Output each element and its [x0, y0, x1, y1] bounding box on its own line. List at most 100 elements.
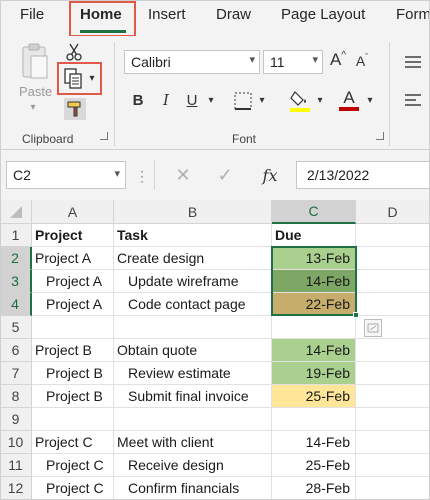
copy-icon[interactable]	[62, 67, 84, 91]
align-top-icon[interactable]	[402, 52, 424, 72]
column-header-a[interactable]: A	[32, 200, 114, 224]
cell-d10[interactable]	[356, 431, 430, 454]
row-header[interactable]: 12	[0, 477, 32, 500]
clipboard-launcher-icon[interactable]	[100, 132, 108, 140]
cell-d9[interactable]	[356, 408, 430, 431]
cell-c6[interactable]: 14-Feb	[272, 339, 356, 362]
shrink-font-button[interactable]: Aˇ	[352, 50, 372, 72]
row-header[interactable]: 5	[0, 316, 32, 339]
fill-color-icon[interactable]	[288, 88, 312, 114]
cut-icon[interactable]	[64, 42, 84, 62]
tab-formulas[interactable]: Form	[396, 6, 430, 23]
cell-d6[interactable]	[356, 339, 430, 362]
font-size-dropdown-icon[interactable]: ▾	[312, 53, 318, 66]
cell-c7[interactable]: 19-Feb	[272, 362, 356, 385]
cell-c12[interactable]: 28-Feb	[272, 477, 356, 500]
fill-color-dropdown-icon[interactable]: ▾	[314, 94, 326, 106]
cell-a8[interactable]: Project B	[32, 385, 114, 408]
bold-button[interactable]: B	[128, 88, 148, 112]
align-left-icon[interactable]	[402, 90, 424, 110]
paste-dropdown-icon[interactable]: ▾	[26, 102, 40, 113]
cell-d12[interactable]	[356, 477, 430, 500]
cell-d4[interactable]	[356, 293, 430, 316]
cell-a9[interactable]	[32, 408, 114, 431]
fill-handle[interactable]	[353, 312, 359, 318]
cell-b7[interactable]: Review estimate	[114, 362, 272, 385]
cell-a2[interactable]: Project A	[32, 247, 114, 270]
insert-function-button[interactable]: fx	[258, 163, 282, 187]
cell-b1[interactable]: Task	[114, 224, 272, 247]
grow-font-button[interactable]: A ^	[328, 48, 348, 72]
row-header[interactable]: 8	[0, 385, 32, 408]
cell-b2[interactable]: Create design	[114, 247, 272, 270]
cell-d1[interactable]	[356, 224, 430, 247]
tab-file[interactable]: File	[20, 6, 44, 23]
confirm-entry-icon[interactable]: ✓	[214, 164, 236, 186]
cell-a12[interactable]: Project C	[32, 477, 114, 500]
cell-d11[interactable]	[356, 454, 430, 477]
font-launcher-icon[interactable]	[376, 132, 384, 140]
cell-b9[interactable]	[114, 408, 272, 431]
paste-label[interactable]: Paste	[19, 84, 52, 99]
cancel-entry-icon[interactable]: ✕	[172, 164, 194, 186]
formula-input[interactable]: 2/13/2022	[296, 161, 430, 189]
font-color-icon[interactable]: A	[338, 86, 360, 114]
font-name-dropdown-icon[interactable]: ▾	[249, 53, 255, 66]
cell-a3[interactable]: Project A	[32, 270, 114, 293]
cell-d8[interactable]	[356, 385, 430, 408]
tab-draw[interactable]: Draw	[216, 6, 251, 23]
tab-page-layout[interactable]: Page Layout	[281, 6, 365, 23]
row-header[interactable]: 1	[0, 224, 32, 247]
cell-a11[interactable]: Project C	[32, 454, 114, 477]
cell-b3[interactable]: Update wireframe	[114, 270, 272, 293]
quick-analysis-icon[interactable]	[364, 319, 382, 337]
tab-insert[interactable]: Insert	[148, 6, 186, 23]
cell-c5[interactable]	[272, 316, 356, 339]
column-header-b[interactable]: B	[114, 200, 272, 224]
cell-a5[interactable]	[32, 316, 114, 339]
row-header[interactable]: 10	[0, 431, 32, 454]
borders-icon[interactable]	[232, 90, 254, 112]
paste-icon[interactable]	[18, 42, 52, 82]
cell-c2[interactable]: 13-Feb	[272, 247, 356, 270]
row-header[interactable]: 2	[0, 247, 32, 270]
cell-c1[interactable]: Due	[272, 224, 356, 247]
cell-b5[interactable]	[114, 316, 272, 339]
cell-a6[interactable]: Project B	[32, 339, 114, 362]
cell-c4[interactable]: 22-Feb	[272, 293, 356, 316]
cell-b8[interactable]: Submit final invoice	[114, 385, 272, 408]
cell-c9[interactable]	[272, 408, 356, 431]
cell-b10[interactable]: Meet with client	[114, 431, 272, 454]
cell-a1[interactable]: Project	[32, 224, 114, 247]
row-header[interactable]: 6	[0, 339, 32, 362]
cell-a4[interactable]: Project A	[32, 293, 114, 316]
copy-dropdown-icon[interactable]: ▾	[86, 72, 98, 84]
cell-c11[interactable]: 25-Feb	[272, 454, 356, 477]
cell-c8[interactable]: 25-Feb	[272, 385, 356, 408]
row-header[interactable]: 3	[0, 270, 32, 293]
row-header[interactable]: 11	[0, 454, 32, 477]
font-name-combo[interactable]: Calibri ▾	[124, 50, 260, 74]
row-header[interactable]: 7	[0, 362, 32, 385]
cell-b4[interactable]: Code contact page	[114, 293, 272, 316]
select-all-corner[interactable]	[0, 200, 32, 224]
cell-d2[interactable]	[356, 247, 430, 270]
cell-b11[interactable]: Receive design	[114, 454, 272, 477]
name-box[interactable]: C2 ▾	[6, 161, 126, 189]
cell-a10[interactable]: Project C	[32, 431, 114, 454]
underline-button[interactable]: U	[183, 88, 201, 112]
cell-b12[interactable]: Confirm financials	[114, 477, 272, 500]
column-header-d[interactable]: D	[356, 200, 430, 224]
cell-d7[interactable]	[356, 362, 430, 385]
cell-a7[interactable]: Project B	[32, 362, 114, 385]
cell-c10[interactable]: 14-Feb	[272, 431, 356, 454]
font-color-dropdown-icon[interactable]: ▾	[364, 94, 376, 106]
underline-dropdown-icon[interactable]: ▾	[205, 94, 217, 106]
cell-d3[interactable]	[356, 270, 430, 293]
cell-b6[interactable]: Obtain quote	[114, 339, 272, 362]
font-size-combo[interactable]: 11 ▾	[263, 50, 323, 74]
name-box-dropdown-icon[interactable]: ▾	[114, 167, 120, 180]
cell-c3[interactable]: 14-Feb	[272, 270, 356, 293]
italic-button[interactable]: I	[156, 88, 176, 112]
format-painter-icon[interactable]	[64, 98, 86, 120]
